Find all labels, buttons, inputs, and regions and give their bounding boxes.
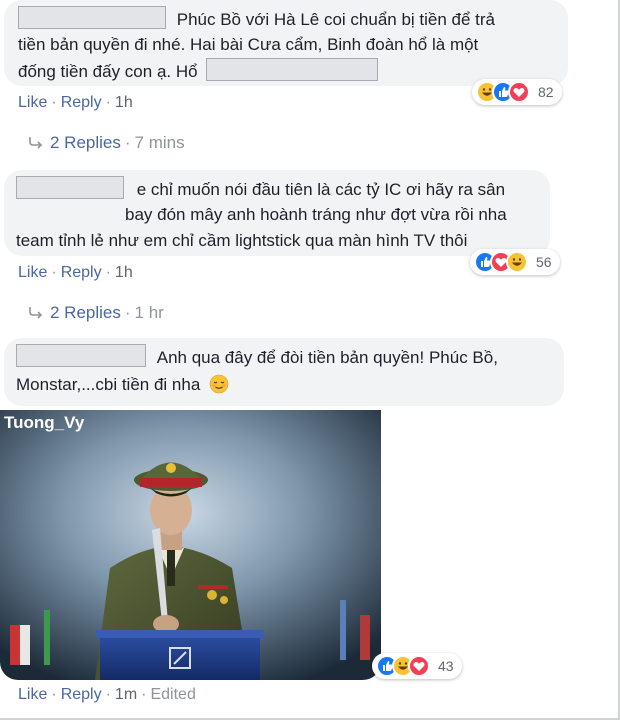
comments-panel: Phúc Bồ với Hà Lê coi chuẩn bị tiền để t… — [0, 0, 620, 720]
replies-time: 7 mins — [134, 133, 185, 152]
comment-text-line: tiền bản quyền đi nhé. Hai bài Cưa cẩm, … — [18, 35, 479, 54]
replies-time: 1 hr — [134, 303, 164, 322]
like-link[interactable]: Like — [18, 686, 47, 703]
comment-text-line: Anh qua đây để đòi tiền bản quyền! Phúc … — [156, 348, 498, 367]
reply-arrow-icon — [29, 137, 43, 149]
redacted-author-name[interactable] — [16, 176, 124, 199]
reaction-summary[interactable]: 43 — [372, 653, 462, 679]
comment-bubble: Anh qua đây để đòi tiền bản quyền! Phúc … — [4, 338, 564, 406]
comment-text-line: đống tiền đấy con ạ. Hổ — [18, 62, 198, 81]
reply-link[interactable]: Reply — [61, 264, 102, 281]
photo-soldier-image: Tuong_Vy — [0, 410, 381, 680]
like-link[interactable]: Like — [18, 264, 47, 281]
comment-photo[interactable]: Tuong_Vy — [0, 410, 381, 680]
replies-count[interactable]: 2 Replies — [50, 303, 121, 322]
reaction-count: 82 — [538, 84, 554, 100]
reply-link[interactable]: Reply — [61, 686, 102, 703]
comment-bubble: e chỉ muốn nói đầu tiên là các tỷ IC ơi … — [4, 170, 550, 256]
comment-timestamp[interactable]: 1m — [115, 686, 137, 703]
comment-text-line: e chỉ muốn nói đầu tiên là các tỷ IC ơi … — [136, 180, 506, 199]
reply-link[interactable]: Reply — [61, 94, 102, 111]
photo-watermark: Tuong_Vy — [4, 413, 85, 432]
edited-label[interactable]: Edited — [150, 686, 195, 703]
reaction-summary[interactable]: 56 — [470, 249, 560, 275]
reply-arrow-icon — [29, 307, 43, 319]
comment-actions: Like · Reply · 1h — [18, 264, 133, 281]
reaction-count: 43 — [438, 658, 454, 674]
comment-actions: Like · Reply · 1h — [18, 94, 133, 111]
love-reaction-icon — [508, 81, 530, 103]
comment-actions: Like · Reply · 1m · Edited — [18, 686, 196, 703]
replies-count[interactable]: 2 Replies — [50, 133, 121, 152]
comment-timestamp[interactable]: 1h — [115, 264, 133, 281]
haha-reaction-icon — [506, 251, 528, 273]
comment-text-line: Phúc Bồ với Hà Lê coi chuẩn bị tiền để t… — [176, 10, 496, 29]
comment-bubble: Phúc Bồ với Hà Lê coi chuẩn bị tiền để t… — [4, 0, 568, 86]
comment-text-line: team tỉnh lẻ như em chỉ cầm lightstick q… — [16, 231, 468, 250]
love-reaction-icon — [408, 655, 430, 677]
comment-timestamp[interactable]: 1h — [115, 94, 133, 111]
redacted-author-name[interactable] — [16, 344, 146, 367]
comment-text-line: bay đón mây anh hoành tráng như đợt vừa … — [125, 205, 507, 224]
relieved-face-emoji — [209, 374, 229, 394]
comment-text-line: Monstar,...cbi tiền đi nha — [16, 375, 201, 394]
view-replies-link[interactable]: 2 Replies · 7 mins — [28, 133, 185, 153]
reaction-count: 56 — [536, 254, 552, 270]
redacted-text — [206, 58, 379, 81]
like-link[interactable]: Like — [18, 94, 47, 111]
reaction-summary[interactable]: 82 — [472, 79, 562, 105]
view-replies-link[interactable]: 2 Replies · 1 hr — [28, 303, 164, 323]
redacted-author-name[interactable] — [18, 6, 166, 29]
